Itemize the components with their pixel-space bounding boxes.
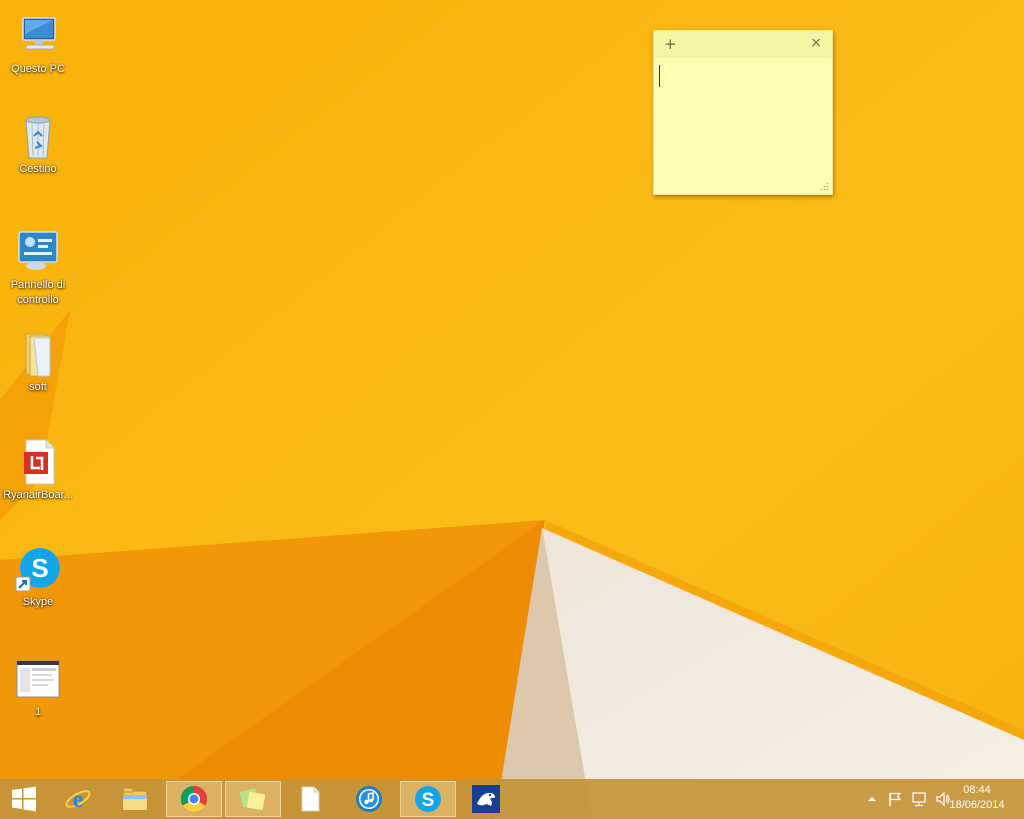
sticky-note-window[interactable]: + × [653,30,833,195]
text-cursor [659,65,660,87]
desktop-icon-label: Skype [22,596,54,608]
clock-time: 08:44 [963,784,991,796]
desktop-icon-label: 1 [34,706,42,718]
taskbar-internet-explorer[interactable]: e [50,781,106,817]
delete-note-button[interactable]: × [810,35,822,51]
start-button[interactable] [2,781,46,817]
clock[interactable]: 08:44 18/06/2014 [947,783,1007,813]
sticky-note-text-area[interactable] [654,58,832,194]
desktop-icon-soft-folder[interactable]: soft [4,330,72,395]
taskbar-google-chrome[interactable] [166,781,222,817]
file-explorer-icon [122,787,148,811]
desktop-icon-label: RyanairBoar... [3,489,73,501]
taskbar-skype[interactable]: S [400,781,456,817]
show-hidden-icons-icon[interactable] [864,791,880,807]
resize-grip-icon[interactable] [820,182,829,191]
taskbar-itunes[interactable] [341,781,397,817]
action-center-flag-icon[interactable] [887,791,903,807]
desktop-icon-label: Pannello di controllo [10,279,66,306]
folder-icon [14,330,62,378]
svg-text:e: e [73,787,84,813]
desktop-icon-label: Cestino [19,163,57,175]
taskbar-frog-app[interactable] [458,781,514,817]
itunes-icon [356,786,382,812]
taskbar-notepad[interactable] [282,781,338,817]
desktop-icon-this-pc[interactable]: Questo PC [4,12,72,77]
blank-document-icon [301,786,320,812]
desktop-icon-recycle-bin[interactable]: Cestino [4,112,72,177]
control-panel-icon [14,228,62,276]
frog-app-icon [472,785,500,813]
windows-logo-icon [12,786,36,812]
desktop-icon-image-1[interactable]: 1 [4,655,72,720]
sticky-notes-icon [239,788,266,811]
image-file-icon [14,655,62,703]
clock-date: 18/06/2014 [949,799,1005,811]
pdf-file-icon [14,438,62,486]
system-tray: 08:44 18/06/2014 [824,779,1024,819]
taskbar-file-explorer[interactable] [107,781,163,817]
skype-shortcut-icon: S [14,545,62,593]
internet-explorer-icon: e [65,787,91,813]
desktop-icon-ryanair-pdf[interactable]: RyanairBoar... [3,438,73,503]
desktop-wallpaper [0,0,1024,819]
new-note-button[interactable]: + [664,35,677,53]
taskbar-sticky-notes[interactable] [225,781,281,817]
taskbar: e S 08:44 18/06/2014 [0,779,1024,819]
network-icon[interactable] [911,791,927,807]
recycle-bin-icon [14,112,62,160]
sticky-note-header[interactable]: + × [654,31,832,58]
desktop-icon-label: Questo PC [11,63,65,75]
desktop-icon-control-panel[interactable]: Pannello di controllo [4,228,72,308]
this-pc-icon [14,12,62,60]
desktop-icon-skype[interactable]: S Skype [4,545,72,610]
desktop-icon-label: soft [29,381,47,393]
svg-text:S: S [422,790,435,811]
skype-icon: S [415,786,441,812]
chrome-icon [180,785,208,813]
svg-text:S: S [31,553,48,583]
